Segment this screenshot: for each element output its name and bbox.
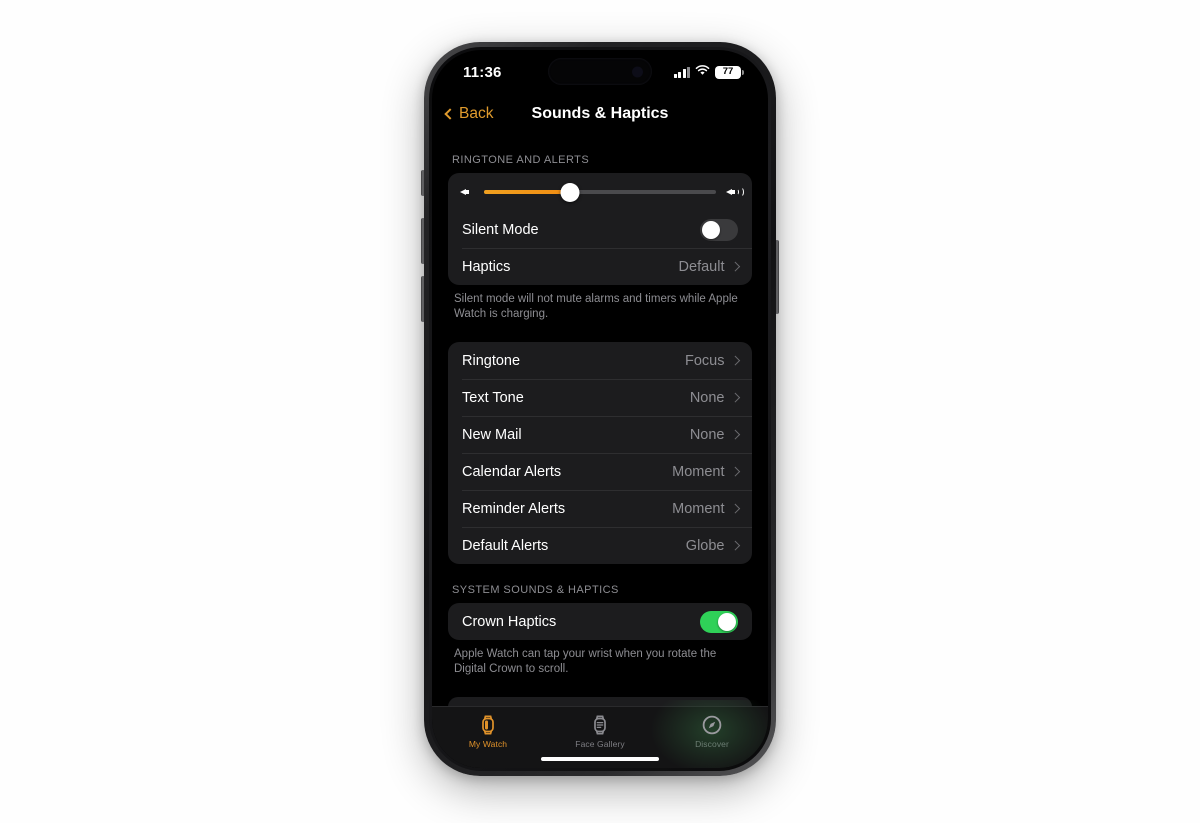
row-accessory-haptics: Default bbox=[678, 258, 740, 275]
row-label: Reminder Alerts bbox=[462, 500, 566, 517]
row-label: Ringtone bbox=[462, 352, 521, 369]
row-accessory: Moment bbox=[672, 500, 740, 517]
card-ringtone-and-alerts: Silent Mode Haptics Default bbox=[448, 173, 752, 285]
row-accessory: Globe bbox=[685, 537, 740, 554]
section-header-ringtone-and-alerts: RINGTONE AND ALERTS bbox=[452, 154, 590, 166]
front-camera-icon bbox=[632, 66, 643, 77]
row-crown-haptics[interactable]: Crown Haptics bbox=[448, 603, 752, 640]
chevron-right-icon bbox=[730, 261, 740, 272]
chevron-right-icon bbox=[730, 392, 740, 403]
navigation-bar: Back Sounds & Haptics bbox=[432, 94, 768, 134]
battery-percent-label: 77 bbox=[722, 66, 734, 78]
wifi-icon bbox=[695, 63, 710, 81]
row-accessory: None bbox=[689, 426, 740, 443]
back-button[interactable]: Back bbox=[444, 105, 494, 123]
row-calendar-alerts[interactable]: Calendar Alerts Moment bbox=[448, 453, 752, 490]
row-label-haptics: Haptics bbox=[462, 258, 511, 275]
volume-slider[interactable] bbox=[484, 181, 716, 203]
apple-watch-icon bbox=[477, 714, 499, 736]
chevron-right-icon bbox=[730, 355, 740, 366]
row-default-alerts[interactable]: Default Alerts Globe bbox=[448, 527, 752, 564]
toggle-knob bbox=[702, 220, 720, 239]
chevron-right-icon bbox=[730, 503, 740, 514]
row-accessory: Moment bbox=[672, 463, 740, 480]
dynamic-island bbox=[548, 58, 652, 85]
row-accessory: Focus bbox=[685, 352, 740, 369]
phone-frame: 11:36 77 Back Sounds & Haptics RINGTONE … bbox=[424, 42, 776, 776]
row-value: None bbox=[689, 389, 725, 406]
row-silent-mode[interactable]: Silent Mode bbox=[448, 211, 752, 248]
footnote-silent-mode: Silent mode will not mute alarms and tim… bbox=[454, 293, 738, 320]
screenshot-canvas: 11:36 77 Back Sounds & Haptics RINGTONE … bbox=[0, 0, 1200, 823]
card-system-sounds: Crown Haptics bbox=[448, 603, 752, 640]
row-text-tone[interactable]: Text Tone None bbox=[448, 379, 752, 416]
watch-face-icon bbox=[589, 714, 611, 736]
status-bar: 11:36 77 bbox=[432, 50, 768, 94]
row-accessory: None bbox=[689, 389, 740, 406]
crown-haptics-toggle[interactable] bbox=[700, 610, 738, 633]
volume-slider-thumb[interactable] bbox=[560, 182, 580, 202]
compass-icon bbox=[701, 714, 723, 736]
chevron-left-icon bbox=[444, 108, 456, 120]
row-reminder-alerts[interactable]: Reminder Alerts Moment bbox=[448, 490, 752, 527]
back-button-label: Back bbox=[459, 105, 494, 122]
row-label-silent-mode: Silent Mode bbox=[462, 221, 539, 238]
section-header-system-sounds: SYSTEM SOUNDS & HAPTICS bbox=[452, 584, 619, 596]
row-value: Globe bbox=[685, 537, 725, 554]
silent-mode-toggle[interactable] bbox=[700, 218, 738, 241]
row-label: Default Alerts bbox=[462, 537, 549, 554]
speaker-low-icon bbox=[460, 186, 474, 199]
status-bar-indicators: 77 bbox=[674, 63, 744, 81]
card-alert-tones: Ringtone Focus Text Tone None New Mail None Ca… bbox=[448, 342, 752, 564]
cellular-bars-icon bbox=[674, 66, 690, 78]
tab-my-watch[interactable]: My Watch bbox=[432, 714, 544, 749]
row-haptics[interactable]: Haptics Default bbox=[448, 248, 752, 285]
tab-label-my-watch: My Watch bbox=[468, 739, 508, 749]
chevron-right-icon bbox=[730, 540, 740, 551]
tab-face-gallery[interactable]: Face Gallery bbox=[544, 714, 656, 749]
row-value: None bbox=[689, 426, 725, 443]
phone-screen: 11:36 77 Back Sounds & Haptics RINGTONE … bbox=[432, 50, 768, 768]
row-ringtone[interactable]: Ringtone Focus bbox=[448, 342, 752, 379]
footnote-crown-haptics: Apple Watch can tap your wrist when you … bbox=[454, 648, 717, 675]
row-new-mail[interactable]: New Mail None bbox=[448, 416, 752, 453]
card-next-section-partial bbox=[448, 697, 752, 706]
tab-label-discover: Discover bbox=[695, 739, 729, 749]
row-value: Focus bbox=[685, 352, 725, 369]
tab-discover[interactable]: Discover bbox=[650, 700, 768, 768]
home-indicator[interactable] bbox=[541, 756, 659, 761]
phone-inner-bezel: 11:36 77 Back Sounds & Haptics RINGTONE … bbox=[429, 47, 771, 771]
volume-slider-fill bbox=[484, 190, 570, 194]
row-value: Moment bbox=[672, 463, 725, 480]
row-label-crown-haptics: Crown Haptics bbox=[462, 613, 557, 630]
status-bar-time: 11:36 bbox=[463, 63, 502, 81]
volume-slider-row[interactable] bbox=[448, 173, 752, 211]
settings-list[interactable]: RINGTONE AND ALERTS Silent Mode Haptics … bbox=[432, 134, 768, 706]
row-value: Moment bbox=[672, 500, 725, 517]
tab-label-face-gallery: Face Gallery bbox=[575, 739, 625, 749]
tab-bar: My Watch Face Gallery Discover bbox=[432, 700, 768, 768]
row-label: New Mail bbox=[462, 426, 522, 443]
chevron-right-icon bbox=[730, 466, 740, 477]
speaker-high-icon bbox=[726, 186, 744, 199]
row-label: Calendar Alerts bbox=[462, 463, 562, 480]
chevron-right-icon bbox=[730, 429, 740, 440]
battery-icon: 77 bbox=[715, 65, 744, 79]
toggle-knob bbox=[718, 612, 736, 631]
row-label: Text Tone bbox=[462, 389, 524, 406]
row-value-haptics: Default bbox=[678, 258, 725, 275]
